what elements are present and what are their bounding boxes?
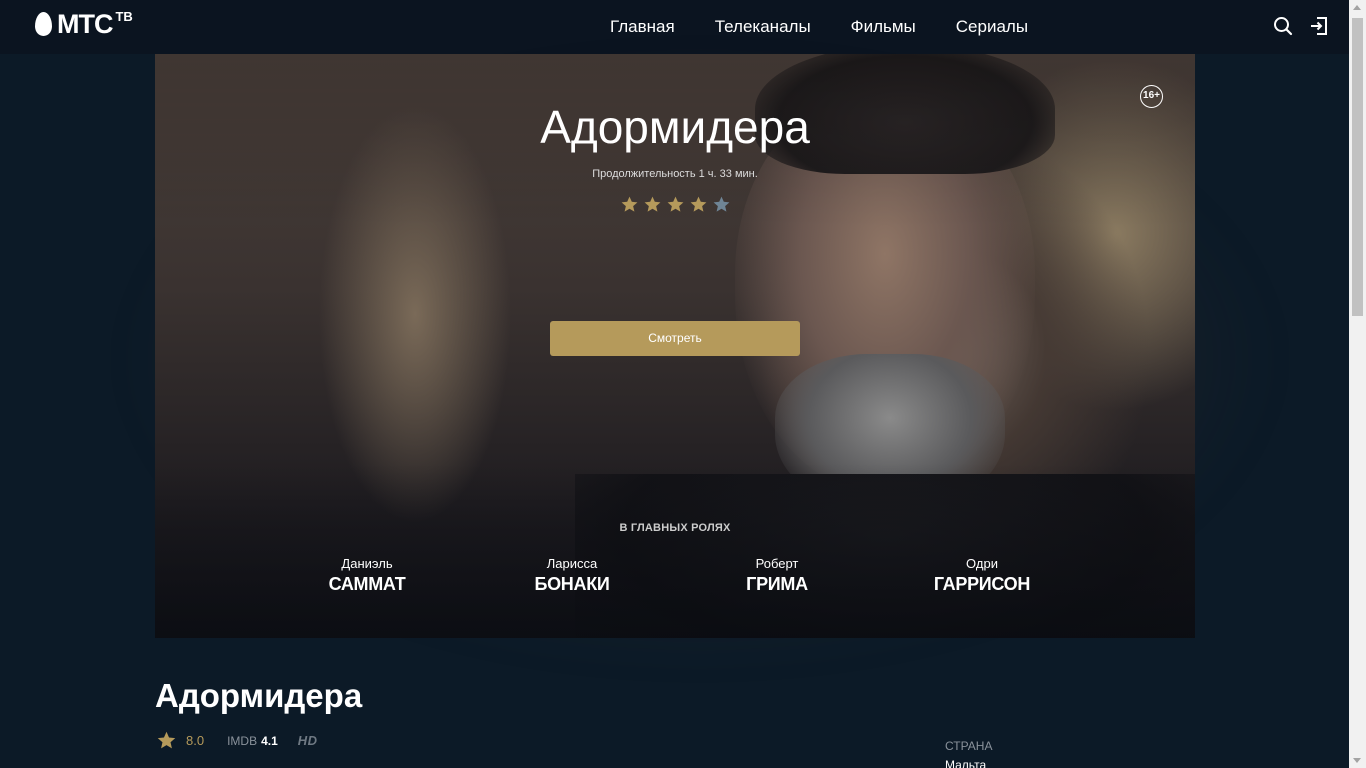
scroll-up-arrow-icon[interactable] [1353, 5, 1361, 10]
country-label: СТРАНА [945, 739, 993, 753]
cast-last-name: БОНАКИ [534, 574, 610, 594]
cast-first-name: Даниэль [341, 556, 393, 571]
hd-badge: HD [297, 733, 318, 748]
page-scrollbar[interactable] [1349, 0, 1366, 768]
header-actions [1273, 16, 1329, 36]
star-filled-icon [690, 196, 707, 212]
scroll-down-arrow-icon[interactable] [1353, 758, 1361, 763]
cast-member[interactable]: Ларисса БОНАКИ [472, 556, 672, 596]
country-value: Мальта [945, 758, 987, 768]
cast-first-name: Одри [966, 556, 998, 571]
star-rating [620, 195, 731, 214]
star-filled-icon [667, 196, 684, 212]
nav-item-home[interactable]: Главная [610, 17, 675, 37]
mts-tv-logo[interactable]: МТС ТВ [35, 10, 133, 38]
cast-last-name: САММАТ [328, 574, 406, 594]
logo-text: МТС [57, 9, 113, 39]
main-nav: Главная Телеканалы Фильмы Сериалы [610, 0, 1028, 54]
imdb-label: IMDB [227, 733, 258, 748]
star-filled-icon [621, 196, 638, 212]
nav-item-series[interactable]: Сериалы [956, 17, 1028, 37]
scroll-thumb[interactable] [1352, 18, 1363, 316]
hero-duration: Продолжительность 1 ч. 33 мин. [592, 168, 758, 180]
mts-egg-icon [35, 12, 52, 36]
search-icon[interactable] [1273, 16, 1293, 36]
movie-title: Адормидера [155, 677, 363, 714]
cast-last-name: ГАРРИСОН [933, 574, 1031, 594]
cast-last-name: ГРИМА [746, 574, 808, 594]
cast-heading: В ГЛАВНЫХ РОЛЯХ [619, 522, 731, 534]
star-filled-icon [644, 196, 661, 212]
star-empty-icon [713, 196, 730, 212]
imdb-value: 4.1 [261, 733, 278, 748]
star-icon [157, 731, 176, 749]
cast-first-name: Ларисса [546, 556, 598, 571]
watch-button[interactable]: Смотреть [550, 321, 800, 356]
top-header: МТС ТВ Главная Телеканалы Фильмы Сериалы [0, 0, 1349, 54]
cast-member[interactable]: Роберт ГРИМА [677, 556, 877, 596]
cast-member[interactable]: Даниэль САММАТ [267, 556, 467, 596]
nav-item-channels[interactable]: Телеканалы [715, 17, 811, 37]
hero-title: Адормидера [540, 101, 810, 153]
cast-member[interactable]: Одри ГАРРИСОН [882, 556, 1082, 596]
ratings-row: 8.0 IMDB 4.1 HD [156, 730, 318, 751]
rating-value: 8.0 [186, 733, 205, 748]
login-icon[interactable] [1309, 16, 1329, 36]
logo-sup: ТВ [115, 9, 133, 24]
cast-first-name: Роберт [755, 556, 799, 571]
nav-item-movies[interactable]: Фильмы [851, 17, 916, 37]
